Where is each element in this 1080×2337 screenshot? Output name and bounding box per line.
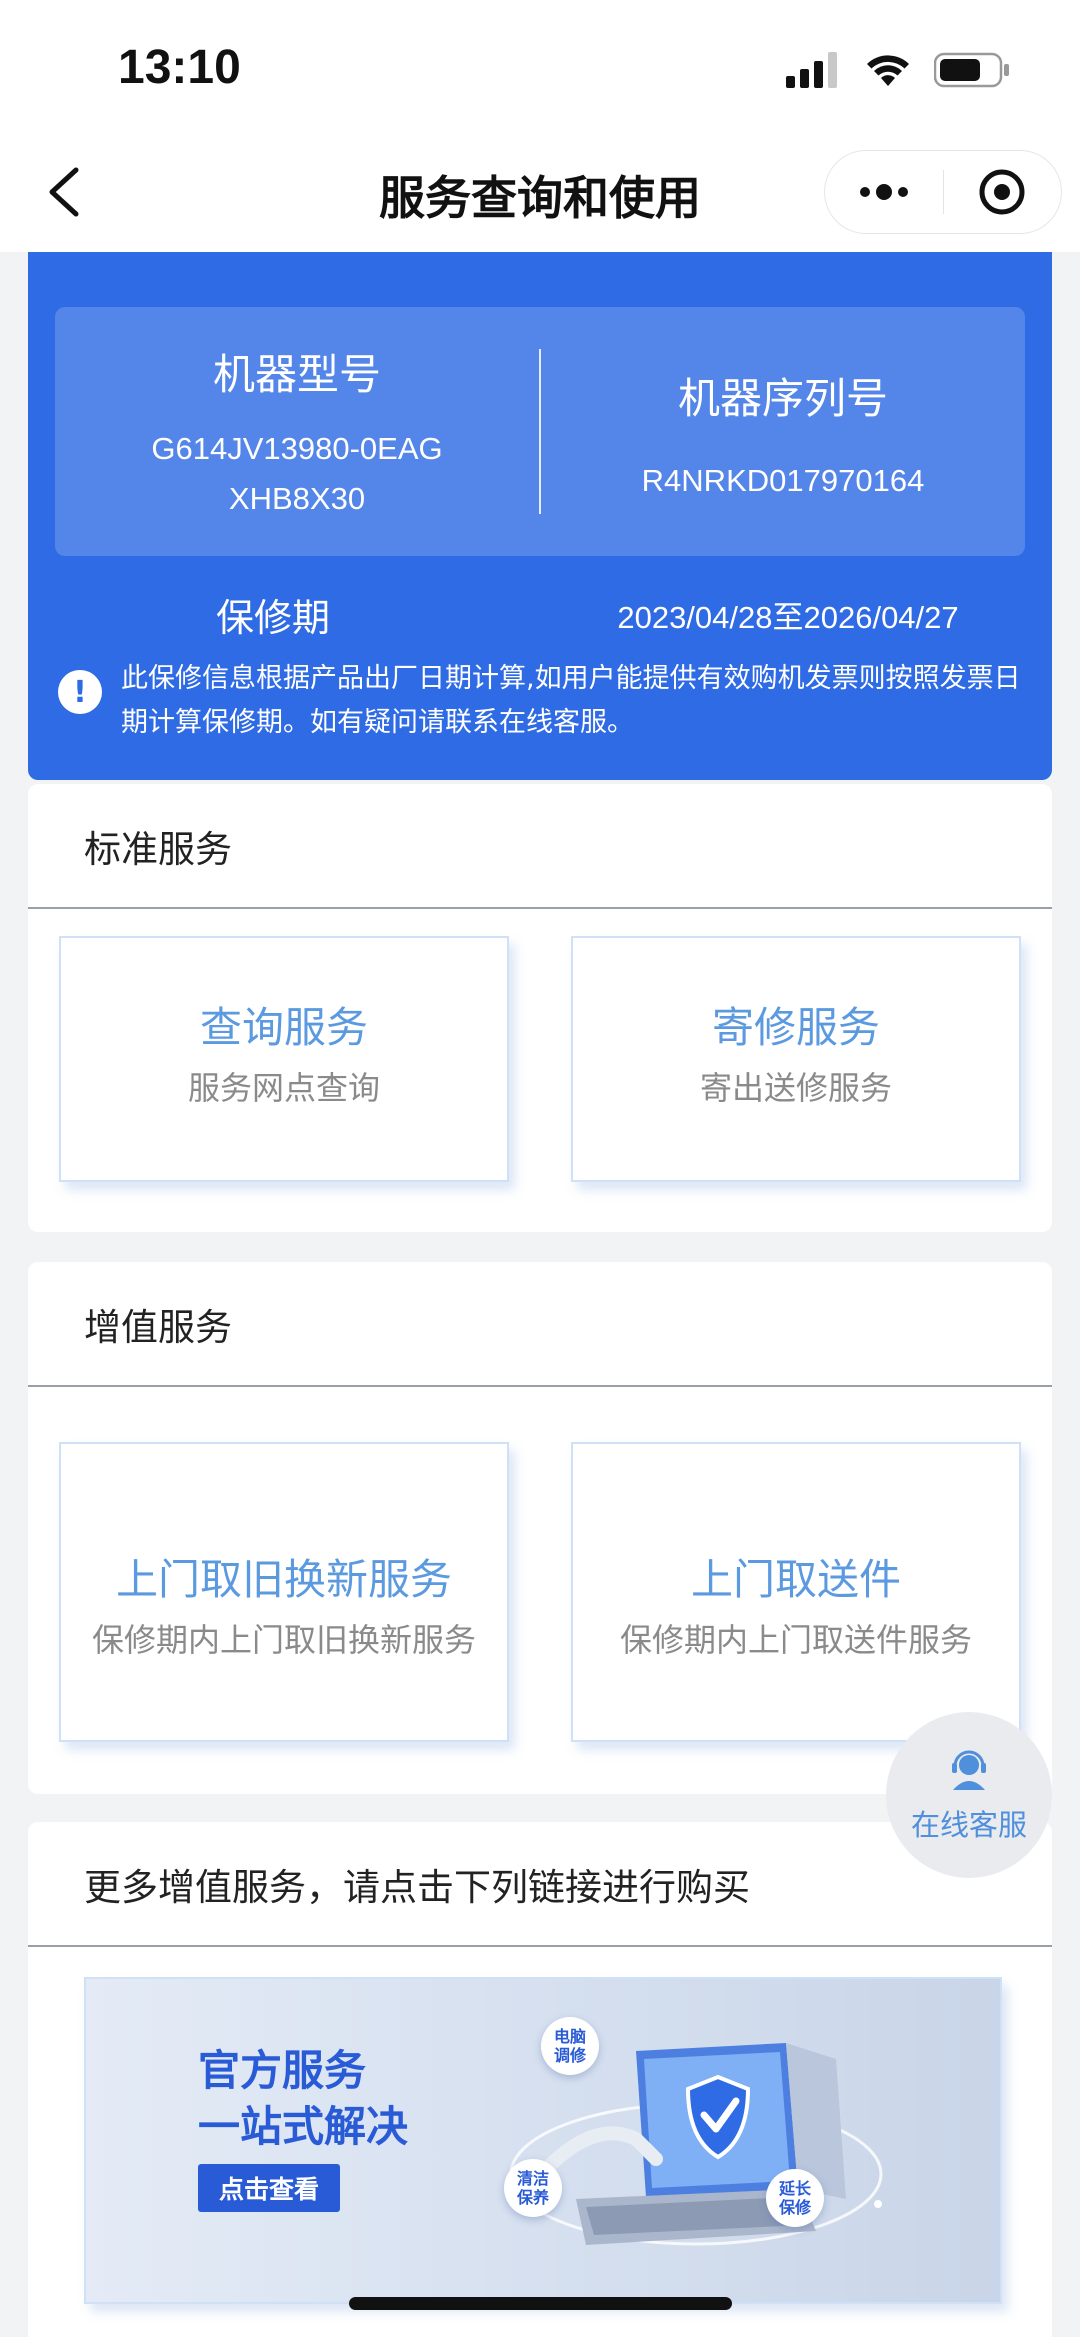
pickup-delivery-service-card[interactable]: 上门取送件 保修期内上门取送件服务 xyxy=(571,1442,1021,1742)
exclamation-icon: ! xyxy=(58,670,102,714)
model-column: 机器型号 G614JV13980-0EAGXHB8X30 xyxy=(55,307,539,556)
wifi-icon xyxy=(867,55,909,86)
online-customer-service-button[interactable]: 在线客服 xyxy=(886,1712,1052,1878)
service-title: 上门取旧换新服务 xyxy=(115,1555,452,1604)
mini-program-capsule xyxy=(824,150,1062,234)
standard-services-section: 标准服务 查询服务 服务网点查询 寄修服务 寄出送修服务 xyxy=(28,784,1052,1232)
serial-column: 机器序列号 R4NRKD017970164 xyxy=(541,307,1025,556)
tag-label: 清洁保养 xyxy=(516,2169,549,2207)
tag-computer-repair: 电脑调修 xyxy=(541,2017,599,2075)
online-service-label: 在线客服 xyxy=(910,1808,1027,1842)
more-button[interactable] xyxy=(825,150,943,234)
more-dots-icon xyxy=(860,187,870,197)
section-heading: 标准服务 xyxy=(28,784,1052,909)
banner-artwork: 官方服务 一站式解决 点击查看 电脑调修 清洁保养 延长保修 xyxy=(86,1979,976,2279)
nav-bar: 服务查询和使用 xyxy=(0,140,1080,252)
service-title: 上门取送件 xyxy=(690,1555,901,1604)
section-heading: 增值服务 xyxy=(28,1262,1052,1387)
tag-cleaning: 清洁保养 xyxy=(504,2159,562,2217)
more-dots-icon-right xyxy=(898,187,908,197)
service-title: 寄修服务 xyxy=(711,1003,880,1052)
close-mini-program-button[interactable] xyxy=(944,150,1061,234)
serial-value: R4NRKD017970164 xyxy=(641,463,925,498)
warranty-label: 保修期 xyxy=(215,596,330,640)
mail-repair-service-card[interactable]: 寄修服务 寄出送修服务 xyxy=(571,936,1021,1182)
more-services-section: 更多增值服务，请点击下列链接进行购买 官方服务 一站式解决 点击查看 电脑调修 … xyxy=(28,1822,1052,2337)
status-icons xyxy=(786,50,1010,90)
model-value: G614JV13980-0EAGXHB8X30 xyxy=(151,431,443,516)
customer-service-icon xyxy=(952,1750,986,1790)
tag-label: 电脑调修 xyxy=(553,2027,586,2065)
target-close-icon xyxy=(979,169,1025,215)
service-subtitle: 服务网点查询 xyxy=(187,1069,380,1107)
query-service-card[interactable]: 查询服务 服务网点查询 xyxy=(59,936,509,1182)
warranty-period: 2023/04/28至2026/04/27 xyxy=(617,600,959,635)
service-subtitle: 寄出送修服务 xyxy=(699,1069,892,1107)
model-label: 机器型号 xyxy=(212,350,381,399)
machine-id-panel: 机器型号 G614JV13980-0EAGXHB8X30 机器序列号 R4NRK… xyxy=(55,307,1025,556)
official-service-banner[interactable]: 官方服务 一站式解决 点击查看 电脑调修 清洁保养 延长保修 xyxy=(84,1977,1002,2304)
service-title: 查询服务 xyxy=(199,1003,368,1052)
view-details-button[interactable]: 点击查看 xyxy=(198,2164,340,2212)
tag-extended-warranty: 延长保修 xyxy=(766,2169,824,2227)
battery-icon xyxy=(934,52,1009,88)
cellular-signal-icon xyxy=(786,52,837,88)
banner-title-line2: 一站式解决 xyxy=(198,2102,409,2151)
service-subtitle: 保修期内上门取旧换新服务 xyxy=(91,1621,476,1659)
tag-label: 延长保修 xyxy=(778,2179,811,2217)
service-subtitle: 保修期内上门取送件服务 xyxy=(619,1621,972,1659)
status-bar: 13:10 xyxy=(0,0,1080,140)
trade-in-service-card[interactable]: 上门取旧换新服务 保修期内上门取旧换新服务 xyxy=(59,1442,509,1742)
machine-info-card: 机器型号 G614JV13980-0EAGXHB8X30 机器序列号 R4NRK… xyxy=(28,252,1052,780)
status-time: 13:10 xyxy=(118,41,241,94)
home-indicator[interactable] xyxy=(349,2297,732,2310)
banner-title-line1: 官方服务 xyxy=(198,2046,367,2095)
warranty-notice: 此保修信息根据产品出厂日期计算,如用户能提供有效购机发票则按照发票日期计算保修期… xyxy=(121,663,1021,738)
serial-label: 机器序列号 xyxy=(677,374,888,423)
more-dots-icon-center xyxy=(876,184,892,200)
